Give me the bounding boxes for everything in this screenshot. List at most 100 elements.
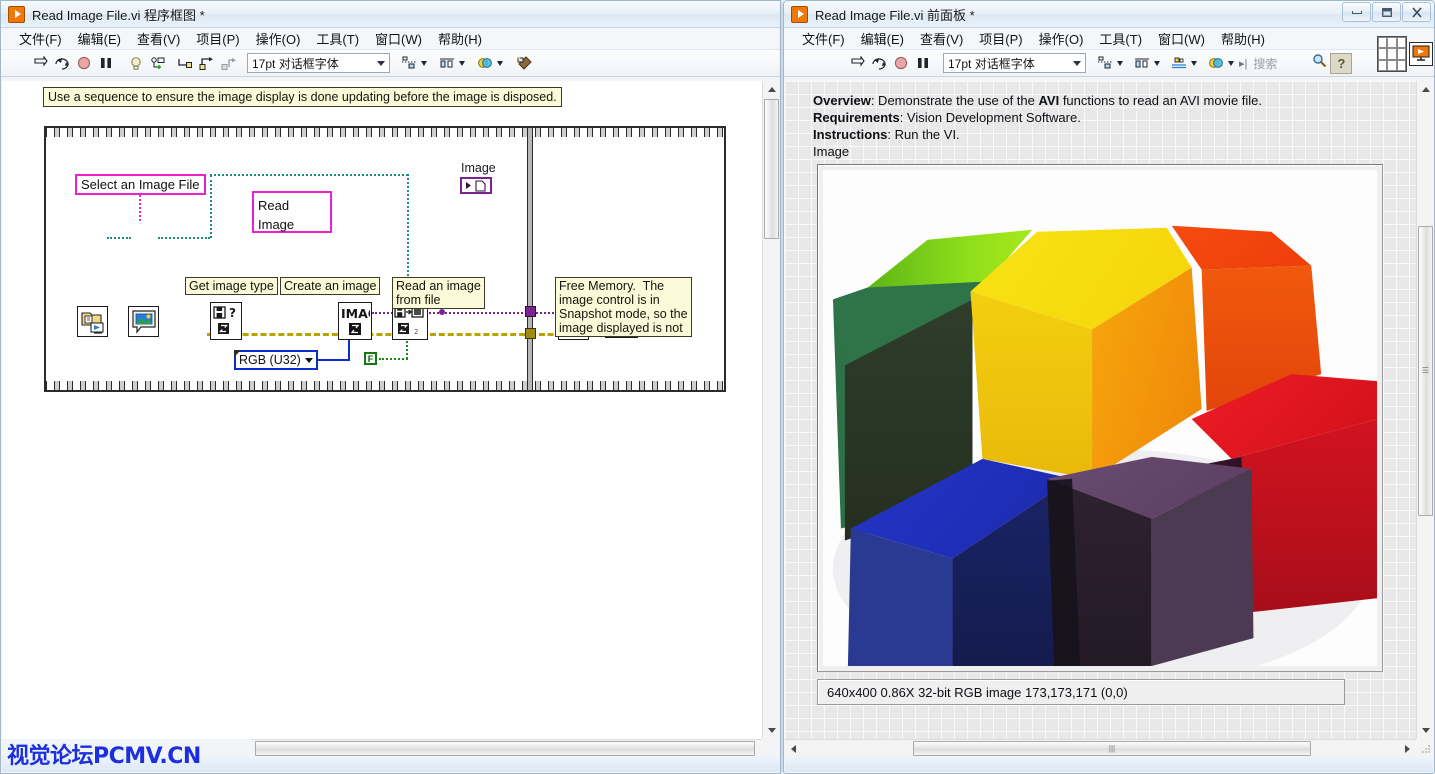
scroll-up-button[interactable] <box>763 81 780 98</box>
menu-file[interactable]: 文件(F) <box>794 28 853 50</box>
block-diagram-menubar[interactable]: 文件(F) 编辑(E) 查看(V) 项目(P) 操作(O) 工具(T) 窗口(W… <box>1 28 780 50</box>
abort-execution-icon[interactable] <box>73 53 95 74</box>
step-into-icon[interactable] <box>174 53 196 74</box>
align-objects-icon[interactable] <box>1094 53 1116 74</box>
menu-window[interactable]: 窗口(W) <box>367 28 430 50</box>
close-icon <box>1411 7 1423 18</box>
menu-project[interactable]: 项目(P) <box>971 28 1030 50</box>
step-out-icon[interactable] <box>218 53 240 74</box>
front-panel-hscrollbar[interactable]: ||| <box>785 739 1416 756</box>
panel-grid-icon[interactable] <box>1377 36 1407 72</box>
hscroll-thumb[interactable] <box>255 741 755 756</box>
flat-sequence-structure[interactable] <box>44 126 726 392</box>
image-indicator-terminal[interactable] <box>460 177 492 194</box>
menu-project[interactable]: 项目(P) <box>188 28 247 50</box>
scroll-left-button[interactable] <box>785 740 802 757</box>
align-objects-button[interactable] <box>398 53 427 74</box>
reorder-icon[interactable] <box>1205 53 1227 74</box>
file-dialog-vi[interactable] <box>77 306 108 337</box>
reorder-button[interactable] <box>1205 53 1234 74</box>
block-diagram-window[interactable]: Read Image File.vi 程序框图 * 文件(F) 编辑(E) 查看… <box>0 0 781 774</box>
svg-text:?: ? <box>229 306 236 320</box>
front-panel-vscrollbar[interactable]: ☰ <box>1416 81 1433 739</box>
resize-objects-icon[interactable] <box>1168 53 1190 74</box>
menu-view[interactable]: 查看(V) <box>912 28 971 50</box>
block-diagram-vscrollbar[interactable] <box>762 81 779 739</box>
toolbar-overflow-icon[interactable]: ▸| <box>1239 57 1247 70</box>
reorder-button[interactable] <box>474 53 503 74</box>
search-icon[interactable] <box>1312 53 1327 73</box>
wire-path-2 <box>158 237 210 239</box>
boolean-false-constant[interactable]: F <box>364 352 377 365</box>
window-controls[interactable] <box>1342 2 1431 22</box>
context-help-icon[interactable]: ? <box>1330 53 1352 74</box>
distribute-objects-button[interactable] <box>436 53 465 74</box>
front-panel-window[interactable]: Read Image File.vi 前面板 * 文件(F) 编辑(E) 查看(… <box>783 0 1435 774</box>
close-button[interactable] <box>1402 2 1431 22</box>
abort-execution-icon[interactable] <box>890 53 912 74</box>
chevron-down-icon <box>497 61 503 66</box>
front-panel-menubar[interactable]: 文件(F) 编辑(E) 查看(V) 项目(P) 操作(O) 工具(T) 窗口(W… <box>784 28 1434 50</box>
search-box[interactable]: 搜索 <box>1253 53 1327 73</box>
image-display-canvas[interactable] <box>823 170 1377 666</box>
maximize-button[interactable] <box>1372 2 1401 22</box>
block-diagram-titlebar[interactable]: Read Image File.vi 程序框图 * <box>1 1 780 28</box>
scroll-down-button[interactable] <box>1417 722 1434 739</box>
resize-objects-button[interactable] <box>1168 53 1197 74</box>
image-display-control[interactable] <box>817 164 1383 672</box>
vscroll-thumb[interactable] <box>764 99 779 239</box>
menu-operate[interactable]: 操作(O) <box>1031 28 1092 50</box>
select-image-file-path-control[interactable] <box>128 306 159 337</box>
run-arrow-icon[interactable] <box>846 53 868 74</box>
menu-help[interactable]: 帮助(H) <box>430 28 490 50</box>
vscroll-thumb[interactable]: ☰ <box>1418 226 1433 516</box>
align-objects-icon[interactable] <box>398 53 420 74</box>
clean-up-diagram-icon[interactable] <box>513 53 535 74</box>
menu-operate[interactable]: 操作(O) <box>248 28 309 50</box>
minimize-button[interactable] <box>1342 2 1371 22</box>
panel-selector[interactable] <box>1377 29 1433 79</box>
create-an-image-comment: Create an image <box>280 277 380 295</box>
image-type-ring-control[interactable]: RGB (U32) <box>234 350 318 370</box>
menu-tools[interactable]: 工具(T) <box>1091 28 1150 50</box>
imaq-create-vi[interactable]: IMAQ <box>338 302 372 340</box>
run-continuously-icon[interactable] <box>51 53 73 74</box>
distribute-objects-icon[interactable] <box>1131 53 1153 74</box>
block-diagram-toolbar[interactable]: 17pt 对话框字体 <box>1 50 780 77</box>
scroll-right-button[interactable] <box>1399 740 1416 757</box>
front-panel-toolbar[interactable]: 17pt 对话框字体 ▸| <box>784 50 1434 77</box>
highlight-execution-bulb-icon[interactable] <box>125 53 147 74</box>
vi-icon-button[interactable] <box>1409 42 1433 66</box>
distribute-objects-button[interactable] <box>1131 53 1160 74</box>
image-control-label: Image <box>813 143 849 160</box>
front-panel-titlebar[interactable]: Read Image File.vi 前面板 * <box>784 1 1434 28</box>
block-diagram-canvas[interactable]: Use a sequence to ensure the image displ… <box>2 81 763 739</box>
pause-icon[interactable] <box>95 53 117 74</box>
menu-file[interactable]: 文件(F) <box>11 28 70 50</box>
reorder-icon[interactable] <box>474 53 496 74</box>
block-diagram-hscrollbar[interactable] <box>251 739 762 756</box>
chevron-down-icon <box>459 61 465 66</box>
menu-tools[interactable]: 工具(T) <box>308 28 367 50</box>
search-input[interactable]: 搜索 <box>1253 55 1309 72</box>
step-over-icon[interactable] <box>196 53 218 74</box>
hscroll-thumb[interactable]: ||| <box>913 741 1311 756</box>
menu-window[interactable]: 窗口(W) <box>1150 28 1213 50</box>
scroll-down-button[interactable] <box>763 722 780 739</box>
menu-help[interactable]: 帮助(H) <box>1213 28 1273 50</box>
sequence-frame-divider <box>527 128 533 390</box>
menu-edit[interactable]: 编辑(E) <box>853 28 912 50</box>
front-panel-canvas[interactable]: Overview: Demonstrate the use of the AVI… <box>785 81 1417 739</box>
run-continuously-icon[interactable] <box>868 53 890 74</box>
menu-edit[interactable]: 编辑(E) <box>70 28 129 50</box>
imaq-get-image-type-vi[interactable]: ? <box>210 302 242 340</box>
menu-view[interactable]: 查看(V) <box>129 28 188 50</box>
font-selector[interactable]: 17pt 对话框字体 <box>943 53 1086 73</box>
scroll-up-button[interactable] <box>1417 81 1434 98</box>
distribute-objects-icon[interactable] <box>436 53 458 74</box>
font-selector[interactable]: 17pt 对话框字体 <box>247 53 390 73</box>
retain-wire-values-icon[interactable] <box>147 53 169 74</box>
align-objects-button[interactable] <box>1094 53 1123 74</box>
run-arrow-icon[interactable] <box>29 53 51 74</box>
pause-icon[interactable] <box>912 53 934 74</box>
